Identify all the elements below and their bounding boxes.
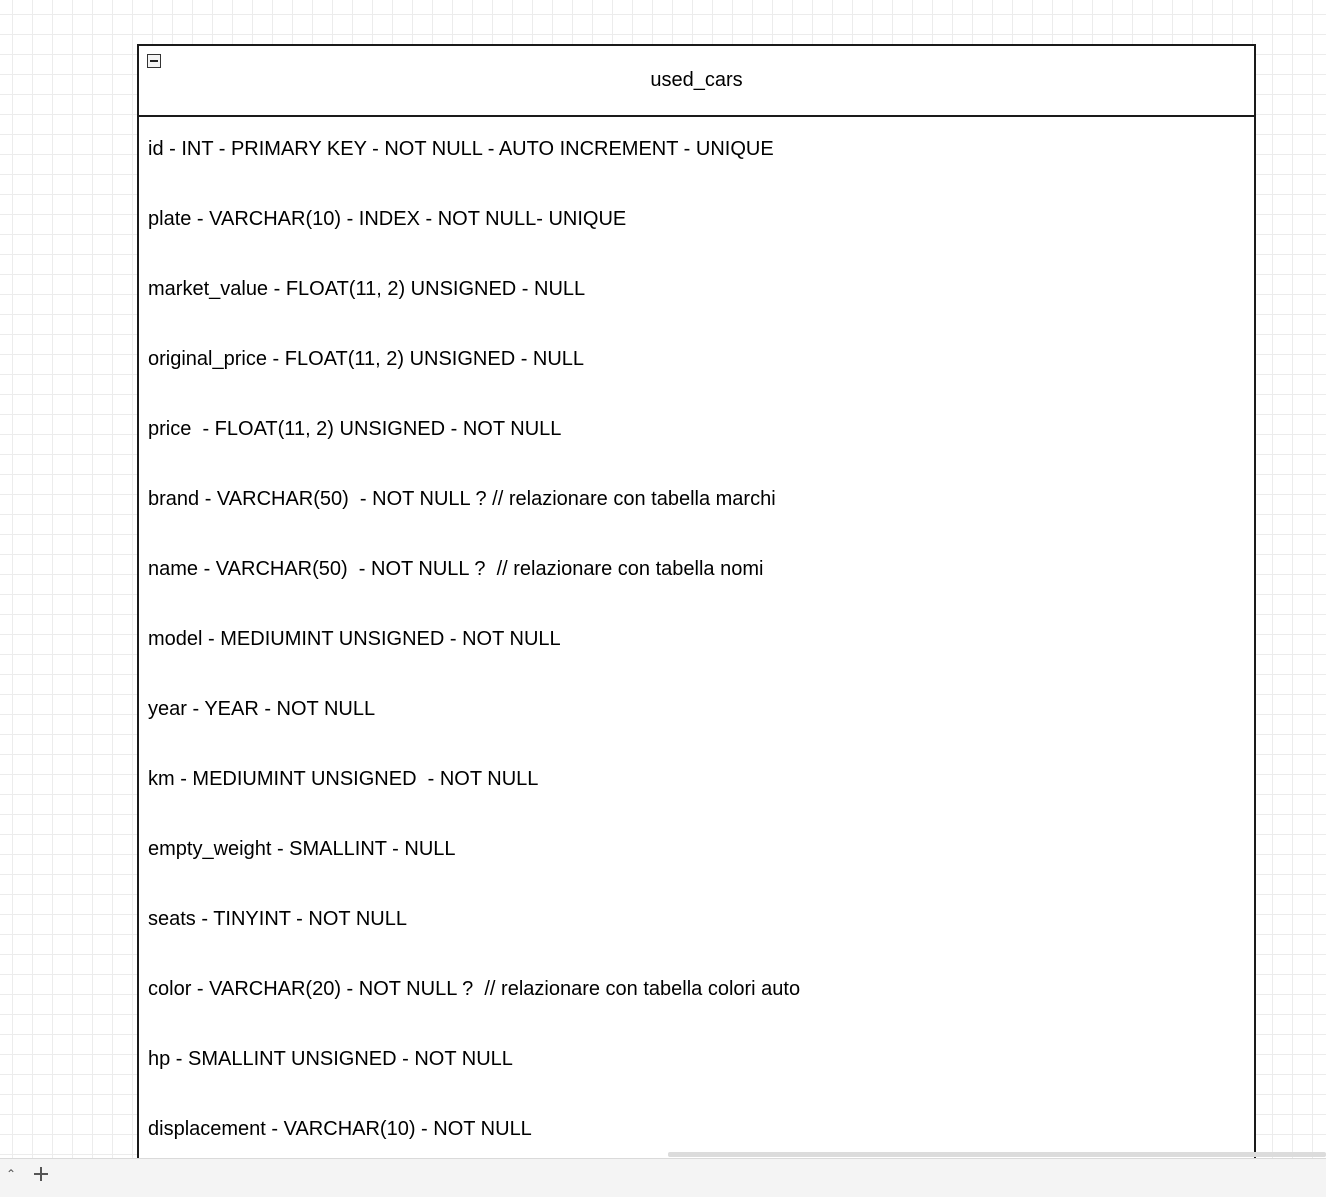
field-row[interactable]: km - MEDIUMINT UNSIGNED - NOT NULL — [139, 747, 1254, 817]
field-row[interactable]: year - YEAR - NOT NULL — [139, 677, 1254, 747]
horizontal-scrollbar[interactable] — [668, 1152, 1326, 1157]
entity-table-used-cars[interactable]: used_cars id - INT - PRIMARY KEY - NOT N… — [137, 44, 1256, 1158]
plus-icon[interactable] — [30, 1163, 52, 1185]
diagram-canvas[interactable]: used_cars id - INT - PRIMARY KEY - NOT N… — [0, 0, 1326, 1158]
minus-square-icon[interactable] — [147, 54, 161, 68]
table-header[interactable]: used_cars — [139, 46, 1254, 117]
field-row[interactable]: color - VARCHAR(20) - NOT NULL ? // rela… — [139, 957, 1254, 1027]
field-row[interactable]: plate - VARCHAR(10) - INDEX - NOT NULL- … — [139, 187, 1254, 257]
chevron-up-icon[interactable]: ⌃ — [6, 1167, 16, 1181]
page-tabs-bar — [0, 1158, 1326, 1197]
field-row[interactable]: brand - VARCHAR(50) - NOT NULL ? // rela… — [139, 467, 1254, 537]
field-row[interactable]: name - VARCHAR(50) - NOT NULL ? // relaz… — [139, 537, 1254, 607]
field-row[interactable]: price - FLOAT(11, 2) UNSIGNED - NOT NULL — [139, 397, 1254, 467]
field-row[interactable]: model - MEDIUMINT UNSIGNED - NOT NULL — [139, 607, 1254, 677]
field-row[interactable]: id - INT - PRIMARY KEY - NOT NULL - AUTO… — [139, 117, 1254, 187]
field-row[interactable]: market_value - FLOAT(11, 2) UNSIGNED - N… — [139, 257, 1254, 327]
field-row[interactable]: seats - TINYINT - NOT NULL — [139, 887, 1254, 957]
field-row[interactable]: empty_weight - SMALLINT - NULL — [139, 817, 1254, 887]
field-row[interactable]: displacement - VARCHAR(10) - NOT NULL — [139, 1097, 1254, 1158]
field-row[interactable]: original_price - FLOAT(11, 2) UNSIGNED -… — [139, 327, 1254, 397]
field-row[interactable]: hp - SMALLINT UNSIGNED - NOT NULL — [139, 1027, 1254, 1097]
field-list: id - INT - PRIMARY KEY - NOT NULL - AUTO… — [139, 117, 1254, 1158]
table-title[interactable]: used_cars — [139, 69, 1254, 92]
